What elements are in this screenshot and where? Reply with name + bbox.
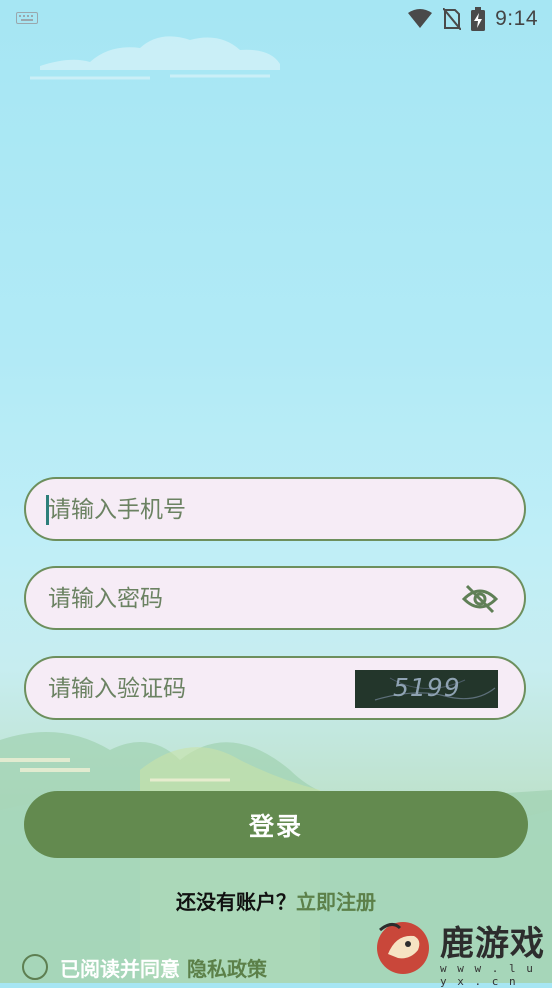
captcha-input[interactable] [46,658,350,720]
status-time: 9:14 [495,7,538,30]
agreement-text: 已阅读并同意 [60,956,180,981]
watermark-brand: 鹿游戏 [440,924,545,964]
register-question: 还没有账户？ [176,890,296,914]
phone-input[interactable] [46,479,450,541]
cloud-decoration [30,36,280,80]
eye-off-icon[interactable] [462,583,498,615]
agreement-row: 已阅读并同意 隐私政策 [22,951,267,983]
watermark-url: w w w . l u y x . c n [440,962,535,988]
register-link[interactable]: 立即注册 [296,890,376,914]
watermark: 鹿游戏 w w w . l u y x . c n [368,912,552,988]
keyboard-icon [16,12,38,24]
battery-charging-icon [471,7,486,31]
wifi-icon [408,9,433,28]
agree-radio[interactable] [22,954,48,980]
register-row: 还没有账户？立即注册 [0,886,552,915]
login-button[interactable]: 登录 [24,791,528,858]
captcha-image[interactable]: 5199 [355,670,498,708]
captcha-field[interactable]: 5199 [24,656,526,720]
password-field[interactable] [24,566,526,630]
password-input[interactable] [46,568,450,630]
no-sim-icon [443,8,462,30]
captcha-text: 5199 [393,673,461,702]
privacy-policy-link[interactable]: 隐私政策 [187,957,267,981]
phone-field[interactable] [24,477,526,541]
deer-logo-icon [377,922,429,974]
